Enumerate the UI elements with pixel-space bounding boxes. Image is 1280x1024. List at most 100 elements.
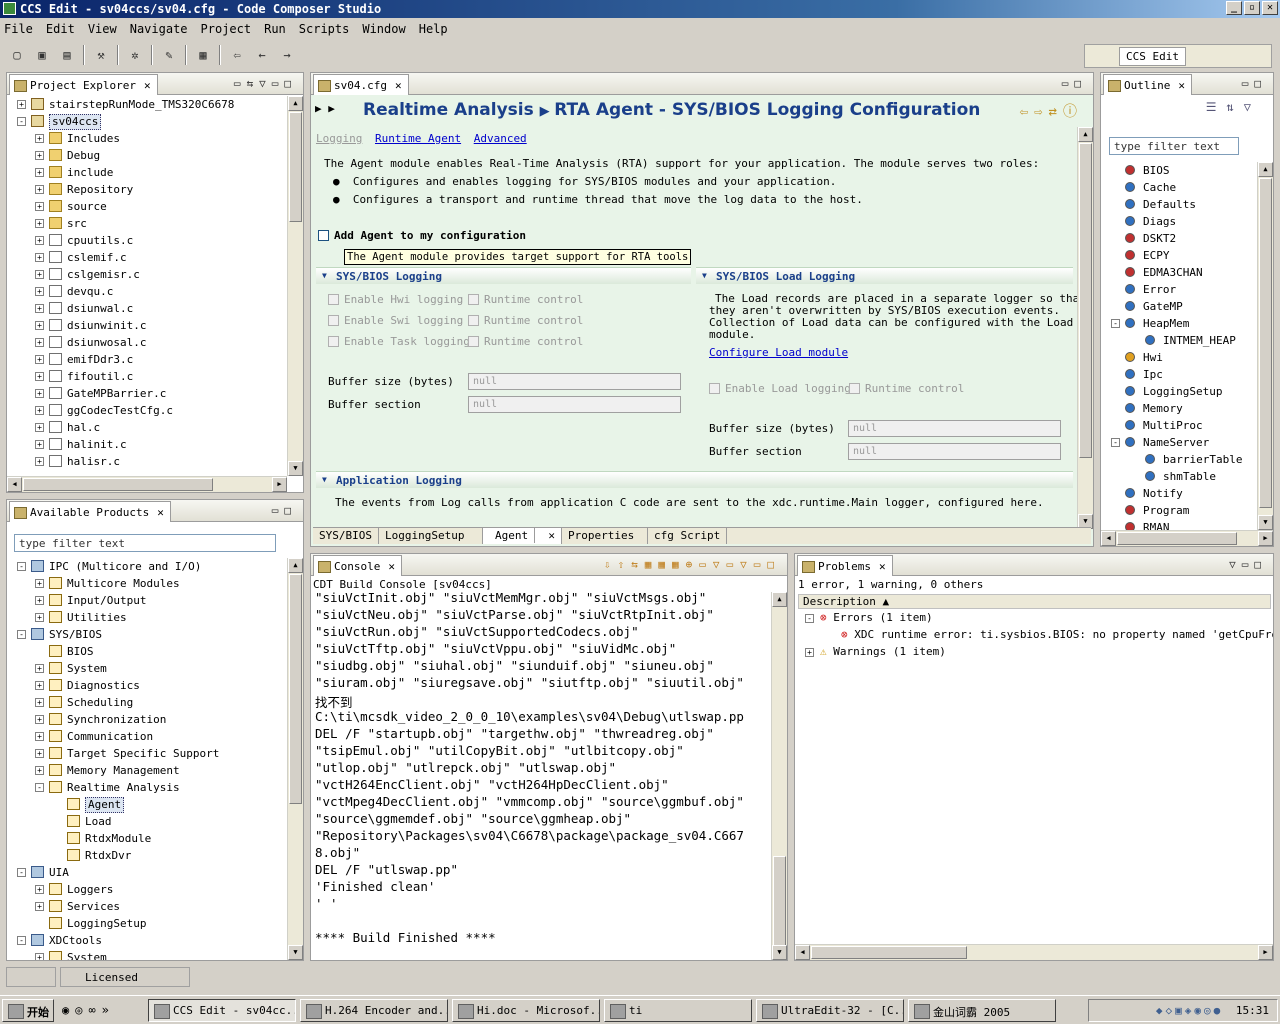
tab-cfg-script[interactable]: cfg Script	[648, 528, 728, 544]
expand-icon[interactable]: +	[35, 168, 44, 177]
products-filter-input[interactable]: type filter text	[14, 534, 276, 552]
link-runtime-agent[interactable]: Runtime Agent	[375, 132, 461, 145]
scroll-left-icon[interactable]: ◀	[1101, 531, 1116, 546]
view-controls[interactable]: ▭□	[1242, 77, 1267, 90]
collapse-icon[interactable]: -	[17, 936, 26, 945]
collapse-icon[interactable]: -	[17, 630, 26, 639]
minimize-button[interactable]: _	[1226, 1, 1242, 15]
outline-filter-input[interactable]: type filter text	[1109, 137, 1239, 155]
tree-item[interactable]: + Debug	[7, 147, 287, 164]
tree-item[interactable]: + cpuutils.c	[7, 232, 287, 249]
expand-icon[interactable]: +	[35, 304, 44, 313]
tree-item[interactable]: + halisr.c	[7, 453, 287, 470]
tab-loggingsetup[interactable]: LoggingSetup	[379, 528, 483, 544]
tree-item[interactable]: + emifDdr3.c	[7, 351, 287, 368]
scroll-thumb[interactable]	[811, 946, 967, 959]
close-icon[interactable]: ✕	[1178, 79, 1185, 92]
tree-item[interactable]: - UIA	[7, 864, 287, 881]
tab-agent[interactable]: Agent ✕	[482, 528, 562, 544]
tree-item[interactable]: + System	[7, 949, 287, 960]
scroll-left-icon[interactable]: ◀	[7, 477, 22, 492]
tree-item[interactable]: + Synchronization	[7, 711, 287, 728]
tree-item[interactable]: BIOS	[1101, 162, 1257, 179]
expand-icon[interactable]: +	[35, 270, 44, 279]
tree-item[interactable]: Agent	[7, 796, 287, 813]
view-controls[interactable]: ▽▭□	[1229, 558, 1267, 571]
save-all-icon[interactable]: ▤	[58, 46, 76, 64]
tree-item[interactable]: Diags	[1101, 213, 1257, 230]
errors-group[interactable]: - ⊗ Errors (1 item)	[805, 611, 933, 624]
view-controls[interactable]: ▭□	[1062, 77, 1087, 90]
menu-file[interactable]: File	[4, 22, 33, 36]
enable-load-logging-checkbox[interactable]: Enable Load logging	[709, 382, 851, 395]
expand-icon[interactable]: +	[35, 253, 44, 262]
outline-vscrollbar[interactable]: ▲ ▼	[1257, 162, 1273, 530]
scroll-up-icon[interactable]: ▲	[772, 592, 787, 607]
buffer-size-input[interactable]: null	[468, 373, 681, 390]
tree-item[interactable]: + hal.c	[7, 419, 287, 436]
tree-item[interactable]: Load	[7, 813, 287, 830]
scroll-up-icon[interactable]: ▲	[288, 96, 303, 111]
collapse-icon[interactable]: -	[1111, 319, 1120, 328]
task-runtime-checkbox[interactable]: Runtime control	[468, 335, 583, 348]
tree-item[interactable]: barrierTable	[1101, 451, 1257, 468]
tree-item[interactable]: Error	[1101, 281, 1257, 298]
tree-item[interactable]: + Repository	[7, 181, 287, 198]
scroll-right-icon[interactable]: ▶	[272, 477, 287, 492]
tree-item[interactable]: + Multicore Modules	[7, 575, 287, 592]
checkbox-box[interactable]	[468, 336, 479, 347]
tree-item[interactable]: Hwi	[1101, 349, 1257, 366]
view-controls[interactable]: ▭⇆▽▭□	[234, 77, 297, 90]
taskbar-ultraedit[interactable]: UltraEdit-32 - [C...	[756, 998, 904, 1022]
expand-icon[interactable]: +	[35, 613, 44, 622]
products-tree-vscrollbar[interactable]: ▲ ▼	[287, 558, 303, 960]
tree-item[interactable]: + fifoutil.c	[7, 368, 287, 385]
collapse-icon[interactable]: -	[17, 868, 26, 877]
tree-item[interactable]: Defaults	[1101, 196, 1257, 213]
scroll-down-icon[interactable]: ▼	[772, 945, 787, 960]
tree-item[interactable]: + Scheduling	[7, 694, 287, 711]
task-logging-checkbox[interactable]: Enable Task logging	[328, 335, 470, 348]
menu-scripts[interactable]: Scripts	[299, 22, 350, 36]
swi-runtime-checkbox[interactable]: Runtime control	[468, 314, 583, 327]
tree-item[interactable]: + System	[7, 660, 287, 677]
tab-sv04-cfg[interactable]: sv04.cfg ✕	[313, 74, 409, 95]
tree-item[interactable]: + halinit.c	[7, 436, 287, 453]
forward-icon[interactable]: →	[278, 46, 296, 64]
section-sysbios-logging[interactable]: SYS/BIOS Logging	[316, 267, 691, 284]
expand-icon[interactable]: +	[35, 287, 44, 296]
scroll-down-icon[interactable]: ▼	[288, 461, 303, 476]
nav-arrows-icon[interactable]: ⇦⇨⇄ⓘ	[1020, 101, 1083, 121]
expand-icon[interactable]: +	[35, 423, 44, 432]
outline-toolbar-icons[interactable]: ☰⇅▽	[1206, 100, 1261, 114]
tree-item[interactable]: + dsiunwinit.c	[7, 317, 287, 334]
tree-item[interactable]: Cache	[1101, 179, 1257, 196]
expand-icon[interactable]: +	[35, 749, 44, 758]
tree-item[interactable]: + source	[7, 198, 287, 215]
project-tree-vscrollbar[interactable]: ▲ ▼	[287, 96, 303, 476]
checkbox-box[interactable]	[468, 315, 479, 326]
warnings-group[interactable]: + ⚠ Warnings (1 item)	[805, 645, 946, 658]
view-controls[interactable]: ▭□	[272, 504, 297, 517]
link-logging[interactable]: Logging	[316, 132, 362, 145]
expand-icon[interactable]: +	[35, 596, 44, 605]
tab-available-products[interactable]: Available Products ✕	[9, 501, 171, 522]
tree-item[interactable]: - HeapMem	[1101, 315, 1257, 332]
tree-item[interactable]: - Realtime Analysis	[7, 779, 287, 796]
tree-item[interactable]: MultiProc	[1101, 417, 1257, 434]
tree-item[interactable]: + Target Specific Support	[7, 745, 287, 762]
taskbar-ti[interactable]: ti	[604, 998, 752, 1022]
tree-item[interactable]: BIOS	[7, 643, 287, 660]
flash-icon[interactable]: ✎	[160, 46, 178, 64]
checkbox-box[interactable]	[328, 336, 339, 347]
expand-icon[interactable]: +	[35, 406, 44, 415]
load-buffer-section-input[interactable]: null	[848, 443, 1061, 460]
tab-sysbios[interactable]: SYS/BIOS	[313, 528, 379, 544]
collapse-icon[interactable]: -	[17, 562, 26, 571]
menu-project[interactable]: Project	[201, 22, 252, 36]
build-icon[interactable]: ⚒	[92, 46, 110, 64]
hwi-logging-checkbox[interactable]: Enable Hwi logging	[328, 293, 463, 306]
tree-item[interactable]: Ipc	[1101, 366, 1257, 383]
tree-item[interactable]: - IPC (Multicore and I/O)	[7, 558, 287, 575]
taskbar-ccs-edit[interactable]: CCS Edit - sv04cc...	[148, 998, 296, 1022]
